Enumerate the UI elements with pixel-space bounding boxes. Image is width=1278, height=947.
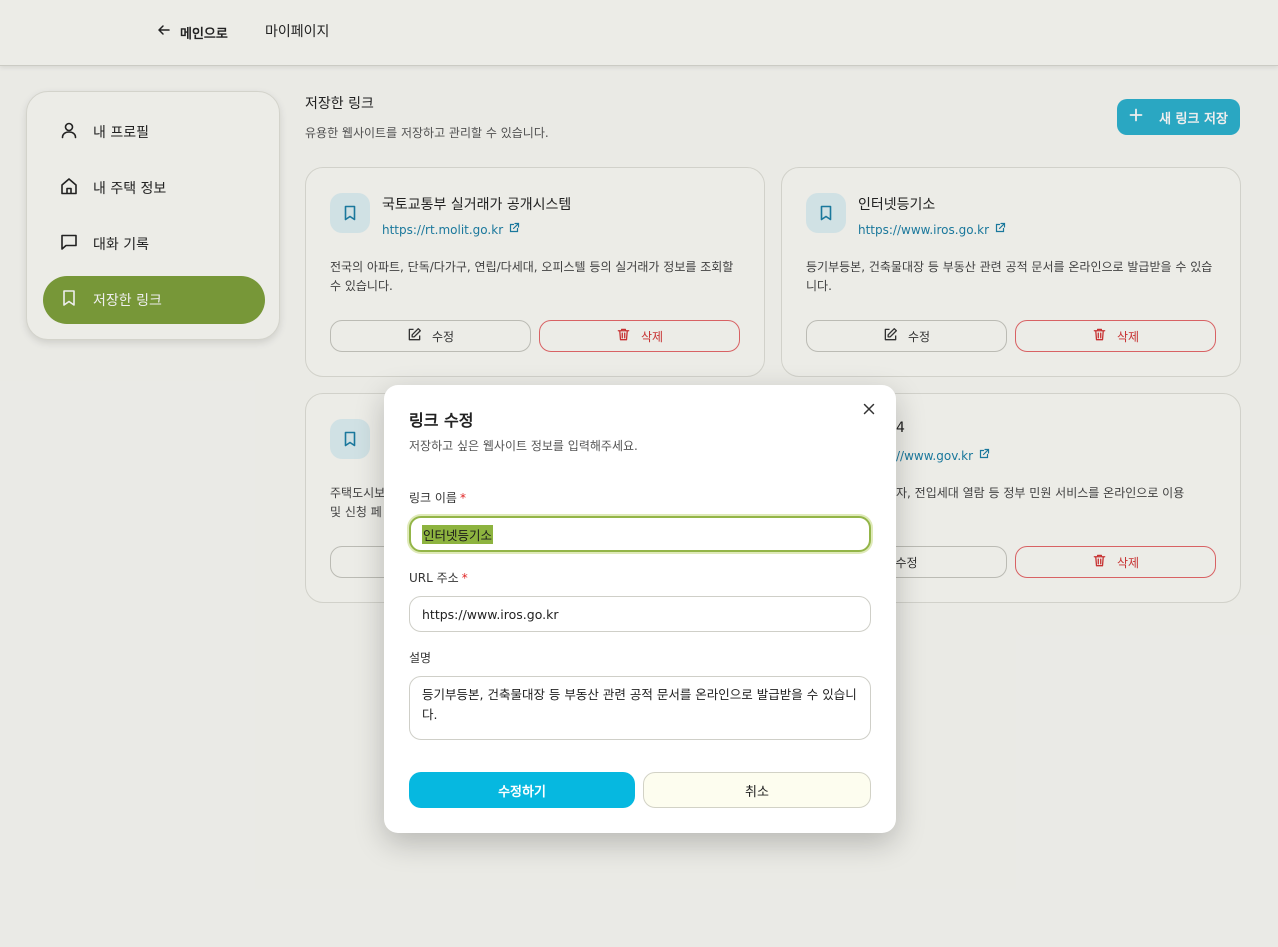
description-label: 설명 [409, 651, 432, 665]
required-mark: * [459, 491, 466, 505]
dialog-subtitle: 저장하고 싶은 웹사이트 정보를 입력해주세요. [409, 439, 638, 453]
url-label: URL 주소 * [409, 569, 468, 586]
url-value: https://www.iros.go.kr [422, 606, 559, 622]
link-name-value: 인터넷등기소 [422, 524, 494, 544]
dialog-title: 링크 수정 [409, 411, 474, 430]
close-icon [862, 401, 876, 420]
link-name-label: 링크 이름 * [409, 489, 466, 506]
required-mark: * [461, 571, 468, 585]
submit-edit-button[interactable]: 수정하기 [409, 772, 635, 808]
close-button[interactable] [860, 401, 878, 419]
edit-link-dialog: 링크 수정 저장하고 싶은 웹사이트 정보를 입력해주세요. 링크 이름 * 인터… [384, 385, 896, 833]
link-name-label-text: 링크 이름 [409, 491, 457, 505]
link-name-input[interactable]: 인터넷등기소 [409, 516, 871, 552]
description-textarea[interactable]: 등기부등본, 건축물대장 등 부동산 관련 공적 문서를 온라인으로 발급받을 … [409, 676, 871, 740]
url-input[interactable]: https://www.iros.go.kr [409, 596, 871, 632]
url-label-text: URL 주소 [409, 571, 459, 585]
cancel-button[interactable]: 취소 [643, 772, 871, 808]
